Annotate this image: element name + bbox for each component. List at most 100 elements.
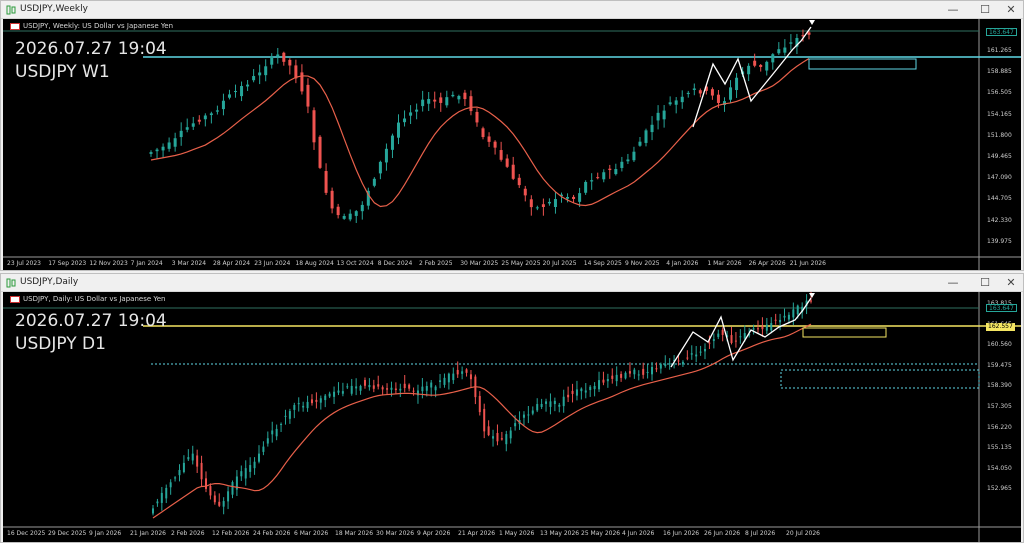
candle-body [747, 65, 751, 75]
candle-body [412, 390, 415, 392]
candle-body [753, 60, 757, 66]
candle-body [810, 300, 812, 302]
candle-body [348, 213, 352, 220]
target-zone-rectangle [808, 58, 917, 70]
price-axis-label: 160.560 [987, 341, 1012, 349]
candle-body [161, 146, 165, 151]
price-axis-label: 157.305 [987, 403, 1012, 410]
candle-body [330, 190, 334, 209]
candle-body [439, 97, 443, 103]
candle-body [271, 430, 274, 435]
candle-body [774, 319, 777, 321]
candle-body [668, 102, 672, 105]
candle-body [200, 462, 203, 480]
candle-body [690, 353, 693, 355]
candle-body [716, 94, 720, 103]
candle-body [487, 136, 491, 142]
candle-body [626, 159, 630, 162]
candle-body [360, 204, 364, 212]
time-axis-label: 9 Jan 2026 [89, 530, 122, 537]
weekly-chart-window[interactable]: USDJPY,Weekly — ☐ ✕ USDJPY, Weekly: US D… [0, 0, 1024, 271]
daily-chart-window[interactable]: USDJPY,Daily — ☐ ✕ USDJPY, Daily: US Dol… [0, 273, 1024, 543]
price-axis-label: 158.390 [987, 382, 1012, 390]
close-button[interactable]: ✕ [999, 275, 1023, 291]
weekly-title-bar[interactable]: USDJPY,Weekly — ☐ ✕ [1, 1, 1023, 19]
dotted-zone-rectangle [780, 369, 980, 389]
candle-body [566, 196, 570, 199]
candle-body [739, 336, 742, 338]
candle-body [699, 351, 702, 353]
candle-body [770, 323, 773, 331]
candle-body [487, 426, 490, 436]
candle-body [409, 112, 413, 116]
candle-body [306, 84, 310, 107]
candle-body [465, 369, 468, 373]
candle-body [614, 169, 618, 175]
candle-body [743, 333, 746, 339]
daily-title-bar[interactable]: USDJPY,Daily — ☐ ✕ [1, 274, 1023, 292]
candle-body [787, 314, 790, 320]
price-arrow-marker [809, 20, 815, 25]
close-button[interactable]: ✕ [999, 2, 1023, 18]
candle-body [293, 405, 296, 410]
daily-chart-area[interactable]: USDJPY, Daily: US Dollar vs Japanese Yen… [3, 292, 1021, 542]
time-axis-label: 4 Jun 2026 [622, 530, 655, 537]
candle-body [253, 461, 256, 469]
candle-body [735, 77, 739, 91]
candle-body [456, 369, 459, 375]
candle-body [522, 414, 525, 418]
price-axis-label: 156.220 [987, 423, 1012, 431]
candle-body [196, 455, 199, 467]
maximize-button[interactable]: ☐ [973, 2, 997, 18]
candle-body [421, 386, 424, 392]
time-axis-label: 12 Nov 2023 [89, 260, 128, 267]
candle-body [240, 471, 243, 477]
time-axis-label: 18 Mar 2026 [335, 530, 374, 537]
candle-body [757, 328, 760, 330]
us-flag-icon [10, 22, 20, 30]
candle-body [531, 410, 534, 414]
candle-body [394, 388, 397, 391]
candle-body [608, 168, 612, 171]
candle-body [294, 65, 298, 79]
moving-average-line [150, 57, 810, 208]
candle-body [204, 478, 207, 489]
candle-body [540, 403, 543, 408]
candle-body [461, 371, 464, 374]
weekly-chart-area[interactable]: USDJPY, Weekly: US Dollar vs Japanese Ye… [3, 19, 1021, 270]
maximize-button[interactable]: ☐ [973, 275, 997, 291]
time-axis-label: 30 Mar 2026 [376, 530, 415, 537]
candle-body [602, 172, 606, 180]
candle-body [427, 98, 431, 104]
minimize-button[interactable]: — [941, 275, 965, 291]
candle-body [578, 193, 582, 202]
time-axis-label: 16 Dec 2025 [7, 530, 46, 537]
candle-body [384, 148, 388, 163]
minimize-button[interactable]: — [941, 2, 965, 18]
time-axis-label: 8 Jul 2026 [745, 530, 776, 537]
time-axis-label: 25 May 2026 [581, 530, 621, 537]
candle-body [165, 487, 168, 499]
candle-body [783, 315, 786, 318]
candle-body [252, 76, 256, 81]
time-axis-label: 14 Sep 2025 [583, 260, 622, 267]
candle-body [584, 181, 588, 193]
price-axis-label: 154.165 [987, 110, 1012, 118]
candle-body [415, 109, 419, 112]
candle-body [712, 339, 715, 341]
candle-body [336, 206, 340, 216]
moving-average-line [152, 323, 812, 519]
candle-body [681, 361, 684, 365]
candle-body [765, 61, 769, 71]
candle-body [249, 465, 252, 472]
level-price-tag: 162.557 [986, 323, 1015, 331]
candle-body [372, 385, 375, 389]
candle-body [221, 100, 225, 110]
candle-body [160, 492, 163, 503]
candle-body [509, 430, 512, 439]
candle-body [377, 384, 380, 387]
candle-body [258, 72, 262, 76]
candle-body [152, 508, 154, 514]
candle-body [514, 423, 517, 427]
time-axis-label: 1 May 2026 [499, 530, 535, 537]
